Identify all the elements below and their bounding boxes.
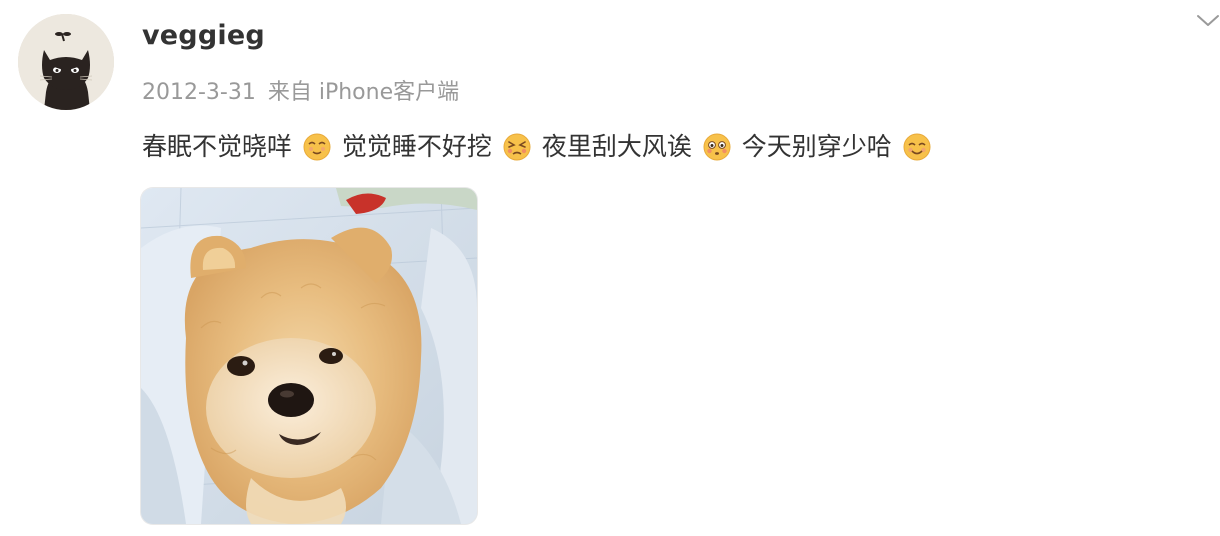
pomeranian-dog-photo-icon (141, 188, 477, 524)
relieved-face-emoji-icon (902, 132, 932, 162)
flushed-face-emoji-icon (702, 132, 732, 162)
post-text-segment: 今天别穿少哈 (741, 132, 892, 161)
black-cat-avatar-icon (18, 14, 114, 110)
weibo-post: veggieg 2012-3-31 来自 iPhone客户端 春眠不觉晓咩 觉觉睡… (0, 0, 1220, 536)
post-text-segment: 夜里刮大风诶 (541, 132, 692, 161)
post-image[interactable] (141, 188, 477, 524)
post-text-segment: 觉觉睡不好挖 (341, 132, 492, 161)
more-options-button[interactable] (1188, 8, 1220, 32)
post-date[interactable]: 2012-3-31 (142, 80, 256, 105)
post-source[interactable]: 来自 iPhone客户端 (268, 80, 459, 105)
post-content: 春眠不觉晓咩 觉觉睡不好挖 夜里刮大风诶 今天别穿少哈 (142, 128, 934, 165)
dizzy-face-emoji-icon (302, 132, 332, 162)
avatar[interactable] (18, 14, 114, 110)
post-meta: 2012-3-31 来自 iPhone客户端 (142, 74, 459, 106)
persevering-face-emoji-icon (502, 132, 532, 162)
post-text-segment: 春眠不觉晓咩 (142, 132, 293, 161)
username[interactable]: veggieg (142, 20, 265, 51)
chevron-down-icon (1197, 15, 1219, 26)
